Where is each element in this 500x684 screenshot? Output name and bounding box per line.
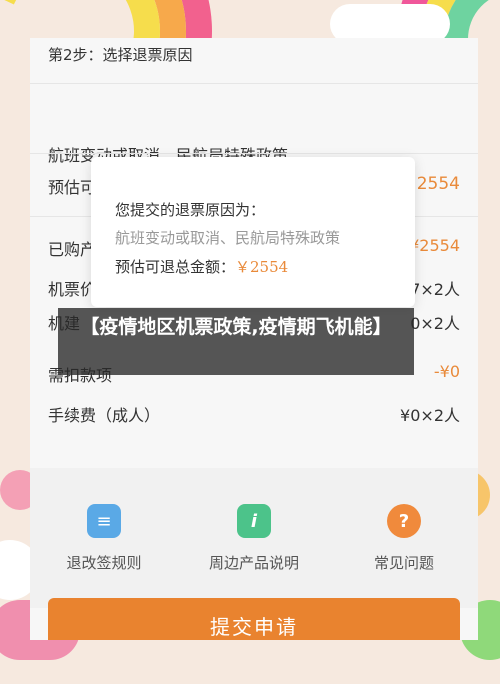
dialog-reason-heading: 您提交的退票原因为：: [115, 201, 266, 219]
refund-rules-link[interactable]: ≡ 退改签规则: [34, 504, 174, 573]
peripheral-products-link[interactable]: i 周边产品说明: [184, 504, 324, 573]
divider: [30, 83, 478, 84]
faq-label: 常见问题: [373, 554, 434, 572]
fee-value: ¥0×2人: [400, 406, 460, 425]
ticket-price-label: 机票价: [48, 280, 97, 299]
estimate-value: 2554: [416, 174, 460, 194]
help-links: ≡ 退改签规则 i 周边产品说明 ? 常见问题: [30, 468, 478, 608]
ticket-price-value: 7×2人: [410, 280, 460, 299]
dialog-refund-label: 预估可退总金额：: [115, 258, 236, 276]
purchased-label: 已购产: [48, 240, 97, 259]
refund-confirm-dialog: 您提交的退票原因为： 航班变动或取消、民航局特殊政策 预估可退总金额：￥2554: [91, 157, 415, 307]
divider: [30, 153, 478, 154]
question-icon: ?: [387, 504, 421, 538]
dialog-refund-amount: 预估可退总金额：￥2554: [115, 256, 288, 277]
purchased-value: ¥2554: [409, 236, 460, 255]
airport-fee-value: 0×2人: [410, 314, 460, 333]
caption-banner: 【疫情地区机票政策,疫情期飞机能】: [58, 308, 414, 375]
dialog-reason-text: 航班变动或取消、民航局特殊政策: [115, 229, 341, 247]
refund-rules-label: 退改签规则: [66, 554, 142, 572]
dialog-refund-value: ￥2554: [235, 258, 289, 276]
estimate-label: 预估可: [48, 178, 97, 197]
ticket-icon: i: [237, 504, 271, 538]
submit-button[interactable]: 提交申请: [48, 598, 460, 640]
deduction-value: -¥0: [433, 362, 460, 381]
peripheral-products-label: 周边产品说明: [208, 554, 299, 572]
fee-label: 手续费（成人）: [48, 406, 161, 425]
faq-link[interactable]: ? 常见问题: [334, 504, 474, 573]
step-title: 第2步：选择退票原因: [48, 46, 193, 64]
document-icon: ≡: [87, 504, 121, 538]
